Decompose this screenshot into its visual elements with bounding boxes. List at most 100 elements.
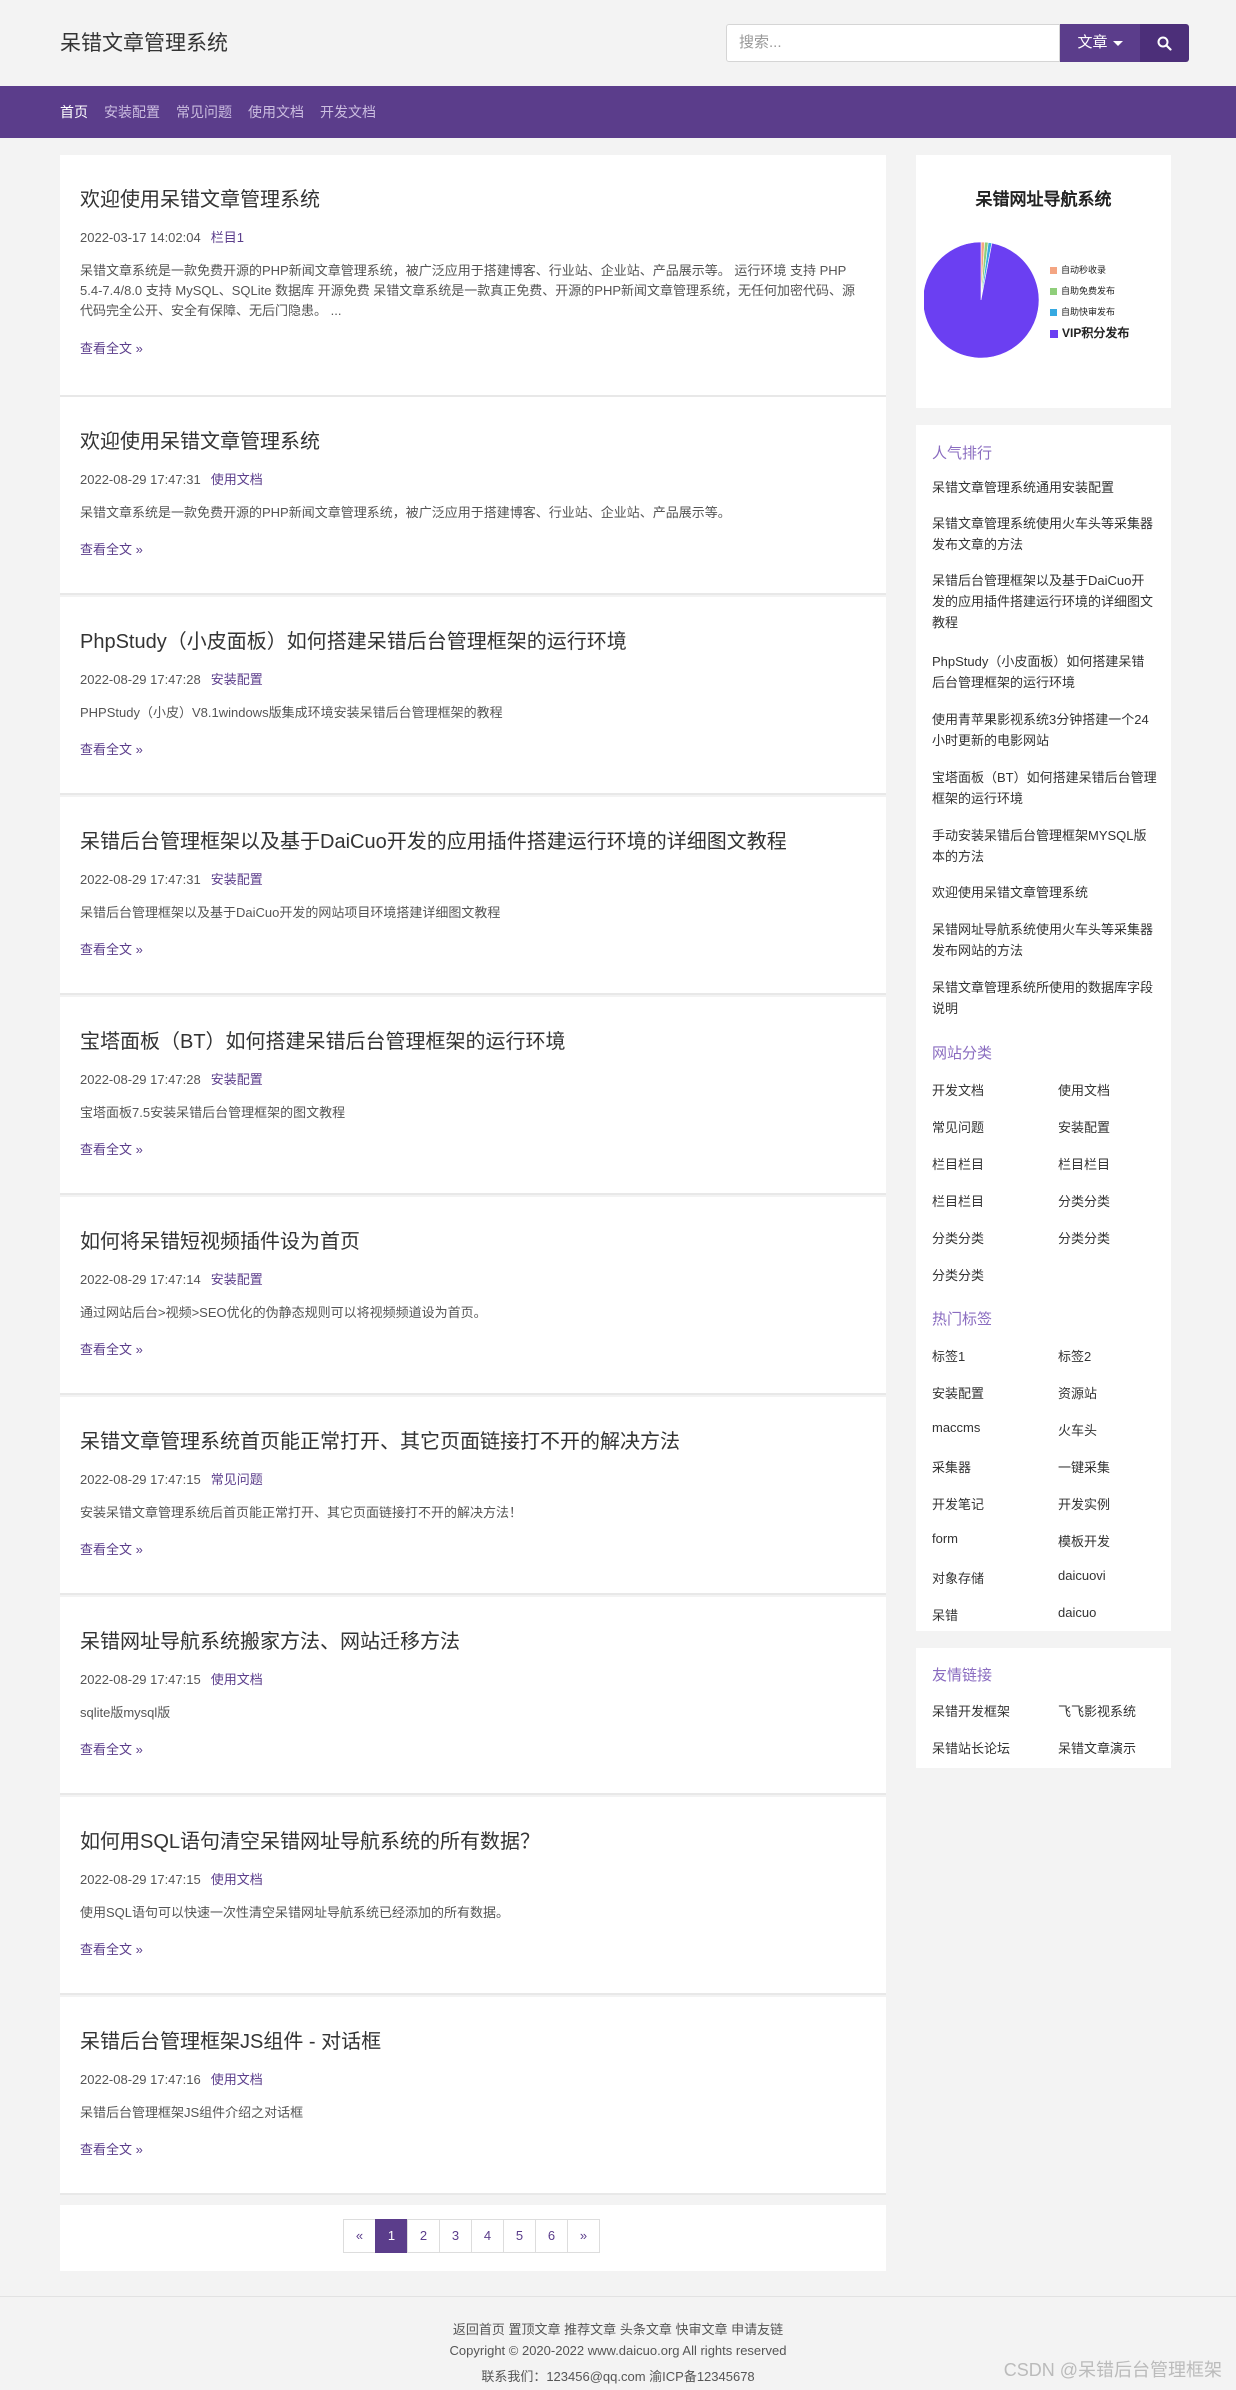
tag-link[interactable]: 标签2 bbox=[1058, 1346, 1091, 1365]
page-next[interactable]: » bbox=[567, 2219, 600, 2253]
tag-link[interactable]: maccms bbox=[932, 1420, 980, 1435]
category-link[interactable]: 常见问题 bbox=[932, 1117, 984, 1136]
popular-item[interactable]: 呆错文章管理系统所使用的数据库字段说明 bbox=[932, 977, 1157, 1019]
category-link[interactable]: 栏目栏目 bbox=[932, 1191, 984, 1210]
nav-install-config[interactable]: 安装配置 bbox=[104, 86, 160, 138]
post-category[interactable]: 使用文档 bbox=[211, 2072, 263, 2087]
read-more-link[interactable]: 查看全文 » bbox=[80, 2139, 143, 2158]
post-category[interactable]: 使用文档 bbox=[211, 472, 263, 487]
read-more-link[interactable]: 查看全文 » bbox=[80, 539, 143, 558]
footer-link-friend-apply[interactable]: 申请友链 bbox=[731, 2322, 783, 2337]
post-category[interactable]: 使用文档 bbox=[211, 1872, 263, 1887]
tag-link[interactable]: 呆错 bbox=[932, 1605, 958, 1624]
legend-item: 自助快审发布 bbox=[1050, 305, 1115, 318]
category-link[interactable]: 分类分类 bbox=[1058, 1191, 1110, 1210]
nav-home[interactable]: 首页 bbox=[60, 86, 88, 138]
read-more-link[interactable]: 查看全文 » bbox=[80, 939, 143, 958]
post-title[interactable]: 欢迎使用呆错文章管理系统 bbox=[80, 183, 320, 212]
page-3[interactable]: 3 bbox=[439, 2219, 472, 2253]
post-title[interactable]: PhpStudy（小皮面板）如何搭建呆错后台管理框架的运行环境 bbox=[80, 625, 627, 654]
friend-link[interactable]: 呆错开发框架 bbox=[932, 1701, 1010, 1720]
post-category[interactable]: 安装配置 bbox=[211, 1272, 263, 1287]
tag-link[interactable]: 火车头 bbox=[1058, 1420, 1097, 1439]
tag-link[interactable]: 资源站 bbox=[1058, 1383, 1097, 1402]
category-link[interactable]: 栏目栏目 bbox=[932, 1154, 984, 1173]
tag-link[interactable]: form bbox=[932, 1531, 958, 1546]
post-title[interactable]: 欢迎使用呆错文章管理系统 bbox=[80, 425, 320, 454]
post-title[interactable]: 呆错网址导航系统搬家方法、网站迁移方法 bbox=[80, 1625, 460, 1654]
popular-item[interactable]: PhpStudy（小皮面板）如何搭建呆错后台管理框架的运行环境 bbox=[932, 651, 1157, 693]
category-link[interactable]: 使用文档 bbox=[1058, 1080, 1110, 1099]
read-more-link[interactable]: 查看全文 » bbox=[80, 1539, 143, 1558]
popular-item[interactable]: 呆错后台管理框架以及基于DaiCuo开发的应用插件搭建运行环境的详细图文教程 bbox=[932, 570, 1157, 633]
read-more-link[interactable]: 查看全文 » bbox=[80, 1739, 143, 1758]
footer-link-recommend[interactable]: 推荐文章 bbox=[564, 2322, 616, 2337]
category-link[interactable]: 分类分类 bbox=[932, 1265, 984, 1284]
popular-item[interactable]: 欢迎使用呆错文章管理系统 bbox=[932, 882, 1157, 903]
read-more-link[interactable]: 查看全文 » bbox=[80, 739, 143, 758]
tag-link[interactable]: 采集器 bbox=[932, 1457, 971, 1476]
post-category[interactable]: 使用文档 bbox=[211, 1672, 263, 1687]
tag-link[interactable]: 对象存储 bbox=[932, 1568, 984, 1587]
tag-link[interactable]: 标签1 bbox=[932, 1346, 965, 1365]
popular-item[interactable]: 宝塔面板（BT）如何搭建呆错后台管理框架的运行环境 bbox=[932, 767, 1157, 809]
category-link[interactable]: 分类分类 bbox=[1058, 1228, 1110, 1247]
read-more-link[interactable]: 查看全文 » bbox=[80, 338, 143, 357]
post-title[interactable]: 呆错后台管理框架JS组件 - 对话框 bbox=[80, 2025, 381, 2054]
category-link[interactable]: 分类分类 bbox=[932, 1228, 984, 1247]
footer-link-headline[interactable]: 头条文章 bbox=[620, 2322, 672, 2337]
post-category[interactable]: 常见问题 bbox=[211, 1472, 263, 1487]
chart-title: 呆错网址导航系统 bbox=[975, 190, 1112, 209]
search-type-dropdown[interactable]: 文章 bbox=[1060, 24, 1140, 62]
tag-link[interactable]: daicuovi bbox=[1058, 1568, 1106, 1583]
post-title[interactable]: 呆错文章管理系统首页能正常打开、其它页面链接打不开的解决方法 bbox=[80, 1425, 680, 1454]
read-more-link[interactable]: 查看全文 » bbox=[80, 1339, 143, 1358]
friend-link[interactable]: 飞飞影视系统 bbox=[1058, 1701, 1136, 1720]
tag-link[interactable]: daicuo bbox=[1058, 1605, 1096, 1620]
post-title[interactable]: 如何用SQL语句清空呆错网址导航系统的所有数据？ bbox=[80, 1825, 540, 1854]
search-button[interactable] bbox=[1140, 24, 1189, 62]
footer-link-home[interactable]: 返回首页 bbox=[453, 2322, 505, 2337]
post-category[interactable]: 栏目1 bbox=[211, 230, 244, 245]
nav-faq[interactable]: 常见问题 bbox=[176, 86, 232, 138]
footer-link-fast[interactable]: 快审文章 bbox=[675, 2322, 727, 2337]
category-link[interactable]: 安装配置 bbox=[1058, 1117, 1110, 1136]
post-date: 2022-08-29 17:47:15 bbox=[80, 1672, 201, 1687]
post-category[interactable]: 安装配置 bbox=[211, 672, 263, 687]
tag-link[interactable]: 一键采集 bbox=[1058, 1457, 1110, 1476]
tag-link[interactable]: 安装配置 bbox=[932, 1383, 984, 1402]
post-meta: 2022-08-29 17:47:15 使用文档 bbox=[80, 1669, 263, 1688]
page-prev[interactable]: « bbox=[343, 2219, 376, 2253]
friend-link[interactable]: 呆错站长论坛 bbox=[932, 1738, 1010, 1757]
page-6[interactable]: 6 bbox=[535, 2219, 568, 2253]
friend-link[interactable]: 呆错文章演示 bbox=[1058, 1738, 1136, 1757]
site-title[interactable]: 呆错文章管理系统 bbox=[60, 27, 228, 57]
popular-item[interactable]: 手动安装呆错后台管理框架MYSQL版本的方法 bbox=[932, 825, 1157, 867]
page-2[interactable]: 2 bbox=[407, 2219, 440, 2253]
category-link[interactable]: 栏目栏目 bbox=[1058, 1154, 1110, 1173]
nav-user-docs[interactable]: 使用文档 bbox=[248, 86, 304, 138]
page-5[interactable]: 5 bbox=[503, 2219, 536, 2253]
popular-item[interactable]: 呆错网址导航系统使用火车头等采集器发布网站的方法 bbox=[932, 919, 1157, 961]
post-title[interactable]: 呆错后台管理框架以及基于DaiCuo开发的应用插件搭建运行环境的详细图文教程 bbox=[80, 825, 787, 854]
post-category[interactable]: 安装配置 bbox=[211, 1072, 263, 1087]
tag-link[interactable]: 模板开发 bbox=[1058, 1531, 1110, 1550]
categories-heading: 网站分类 bbox=[932, 1045, 993, 1062]
read-more-link[interactable]: 查看全文 » bbox=[80, 1939, 143, 1958]
legend-item: VIP积分发布 bbox=[1050, 324, 1129, 341]
read-more-link[interactable]: 查看全文 » bbox=[80, 1139, 143, 1158]
post-title[interactable]: 宝塔面板（BT）如何搭建呆错后台管理框架的运行环境 bbox=[80, 1025, 566, 1054]
popular-item[interactable]: 呆错文章管理系统通用安装配置 bbox=[932, 477, 1157, 498]
tag-link[interactable]: 开发实例 bbox=[1058, 1494, 1110, 1513]
post-category[interactable]: 安装配置 bbox=[211, 872, 263, 887]
page-1[interactable]: 1 bbox=[375, 2219, 408, 2253]
footer-link-top[interactable]: 置顶文章 bbox=[509, 2322, 561, 2337]
search-input[interactable]: 搜索... bbox=[726, 24, 1060, 62]
page-4[interactable]: 4 bbox=[471, 2219, 504, 2253]
tag-link[interactable]: 开发笔记 bbox=[932, 1494, 984, 1513]
post-title[interactable]: 如何将呆错短视频插件设为首页 bbox=[80, 1225, 360, 1254]
popular-item[interactable]: 使用青苹果影视系统3分钟搭建一个24小时更新的电影网站 bbox=[932, 709, 1157, 751]
popular-item[interactable]: 呆错文章管理系统使用火车头等采集器发布文章的方法 bbox=[932, 513, 1157, 555]
category-link[interactable]: 开发文档 bbox=[932, 1080, 984, 1099]
nav-dev-docs[interactable]: 开发文档 bbox=[320, 86, 376, 138]
